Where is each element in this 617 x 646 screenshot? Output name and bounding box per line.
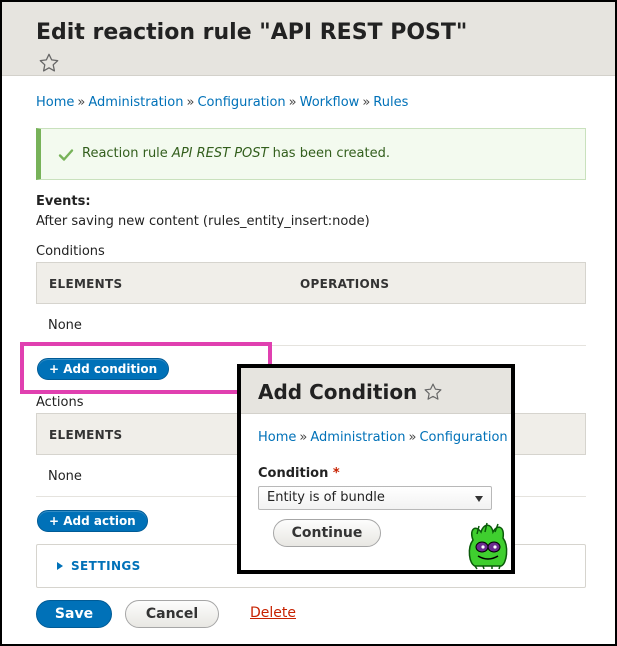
condition-select[interactable]: Entity is of bundle bbox=[258, 486, 492, 510]
status-message-text: Reaction rule API REST POST has been cre… bbox=[82, 146, 390, 161]
check-icon bbox=[58, 149, 74, 161]
status-message: Reaction rule API REST POST has been cre… bbox=[36, 128, 586, 180]
breadcrumb: Home» Administration» Configuration» Workfl… bbox=[36, 95, 408, 110]
breadcrumb-home[interactable]: Home bbox=[258, 430, 296, 445]
condition-select-value: Entity is of bundle bbox=[267, 490, 385, 505]
breadcrumb-workflow[interactable]: Workflow bbox=[300, 95, 360, 110]
message-suffix: has been created. bbox=[268, 146, 390, 161]
column-header-elements: ELEMENTS bbox=[49, 428, 123, 442]
chevron-down-icon bbox=[475, 496, 483, 502]
conditions-label: Conditions bbox=[36, 244, 105, 259]
dialog-breadcrumb: Home» Administration» Configuration bbox=[258, 430, 508, 445]
message-rule-name: API REST POST bbox=[171, 146, 269, 161]
table-row: None bbox=[36, 304, 586, 346]
breadcrumb-configuration[interactable]: Configuration bbox=[197, 95, 285, 110]
continue-button[interactable]: Continue bbox=[273, 519, 381, 547]
breadcrumb-separator: » bbox=[362, 95, 371, 110]
conditions-table: ELEMENTS OPERATIONS None bbox=[36, 262, 586, 346]
required-marker: * bbox=[332, 466, 340, 481]
druplicon-mascot-icon bbox=[465, 520, 511, 570]
breadcrumb-separator: » bbox=[408, 430, 417, 445]
breadcrumb-separator: » bbox=[299, 430, 308, 445]
cancel-button[interactable]: Cancel bbox=[125, 600, 219, 628]
dialog-body: Add Condition Home» Administration» Config… bbox=[241, 368, 511, 570]
breadcrumb-administration[interactable]: Administration bbox=[88, 95, 183, 110]
dialog-header: Add Condition bbox=[241, 368, 511, 414]
star-outline-icon[interactable] bbox=[423, 382, 443, 402]
page-frame: Edit reaction rule "API REST POST" Home»… bbox=[2, 2, 615, 644]
add-condition-dialog: Add Condition Home» Administration» Config… bbox=[237, 364, 515, 574]
message-prefix: Reaction rule bbox=[82, 146, 172, 161]
page-header: Edit reaction rule "API REST POST" bbox=[2, 2, 615, 76]
save-button[interactable]: Save bbox=[36, 600, 112, 628]
triangle-right-icon bbox=[57, 562, 63, 570]
breadcrumb-administration[interactable]: Administration bbox=[310, 430, 405, 445]
settings-summary[interactable]: SETTINGS bbox=[71, 559, 141, 573]
breadcrumb-home[interactable]: Home bbox=[36, 95, 74, 110]
breadcrumb-rules[interactable]: Rules bbox=[373, 95, 408, 110]
delete-link[interactable]: Delete bbox=[250, 605, 296, 621]
column-header-operations: OPERATIONS bbox=[300, 277, 390, 291]
breadcrumb-separator: » bbox=[288, 95, 297, 110]
breadcrumb-separator: » bbox=[186, 95, 195, 110]
column-header-elements: ELEMENTS bbox=[49, 277, 123, 291]
star-outline-icon[interactable] bbox=[38, 52, 60, 74]
breadcrumb-configuration[interactable]: Configuration bbox=[419, 430, 507, 445]
dialog-title: Add Condition bbox=[258, 380, 418, 404]
add-condition-button[interactable]: + Add condition bbox=[37, 358, 170, 380]
table-header: ELEMENTS OPERATIONS bbox=[36, 262, 586, 304]
table-cell: None bbox=[48, 318, 82, 333]
actions-label: Actions bbox=[36, 395, 84, 410]
condition-label-text: Condition bbox=[258, 466, 329, 481]
page-title: Edit reaction rule "API REST POST" bbox=[36, 20, 468, 45]
table-cell: None bbox=[48, 469, 82, 484]
breadcrumb-separator: » bbox=[77, 95, 86, 110]
events-label: Events: bbox=[36, 194, 91, 209]
events-value: After saving new content (rules_entity_i… bbox=[36, 214, 370, 229]
condition-field-label: Condition * bbox=[258, 466, 340, 481]
add-action-button[interactable]: + Add action bbox=[37, 510, 148, 532]
